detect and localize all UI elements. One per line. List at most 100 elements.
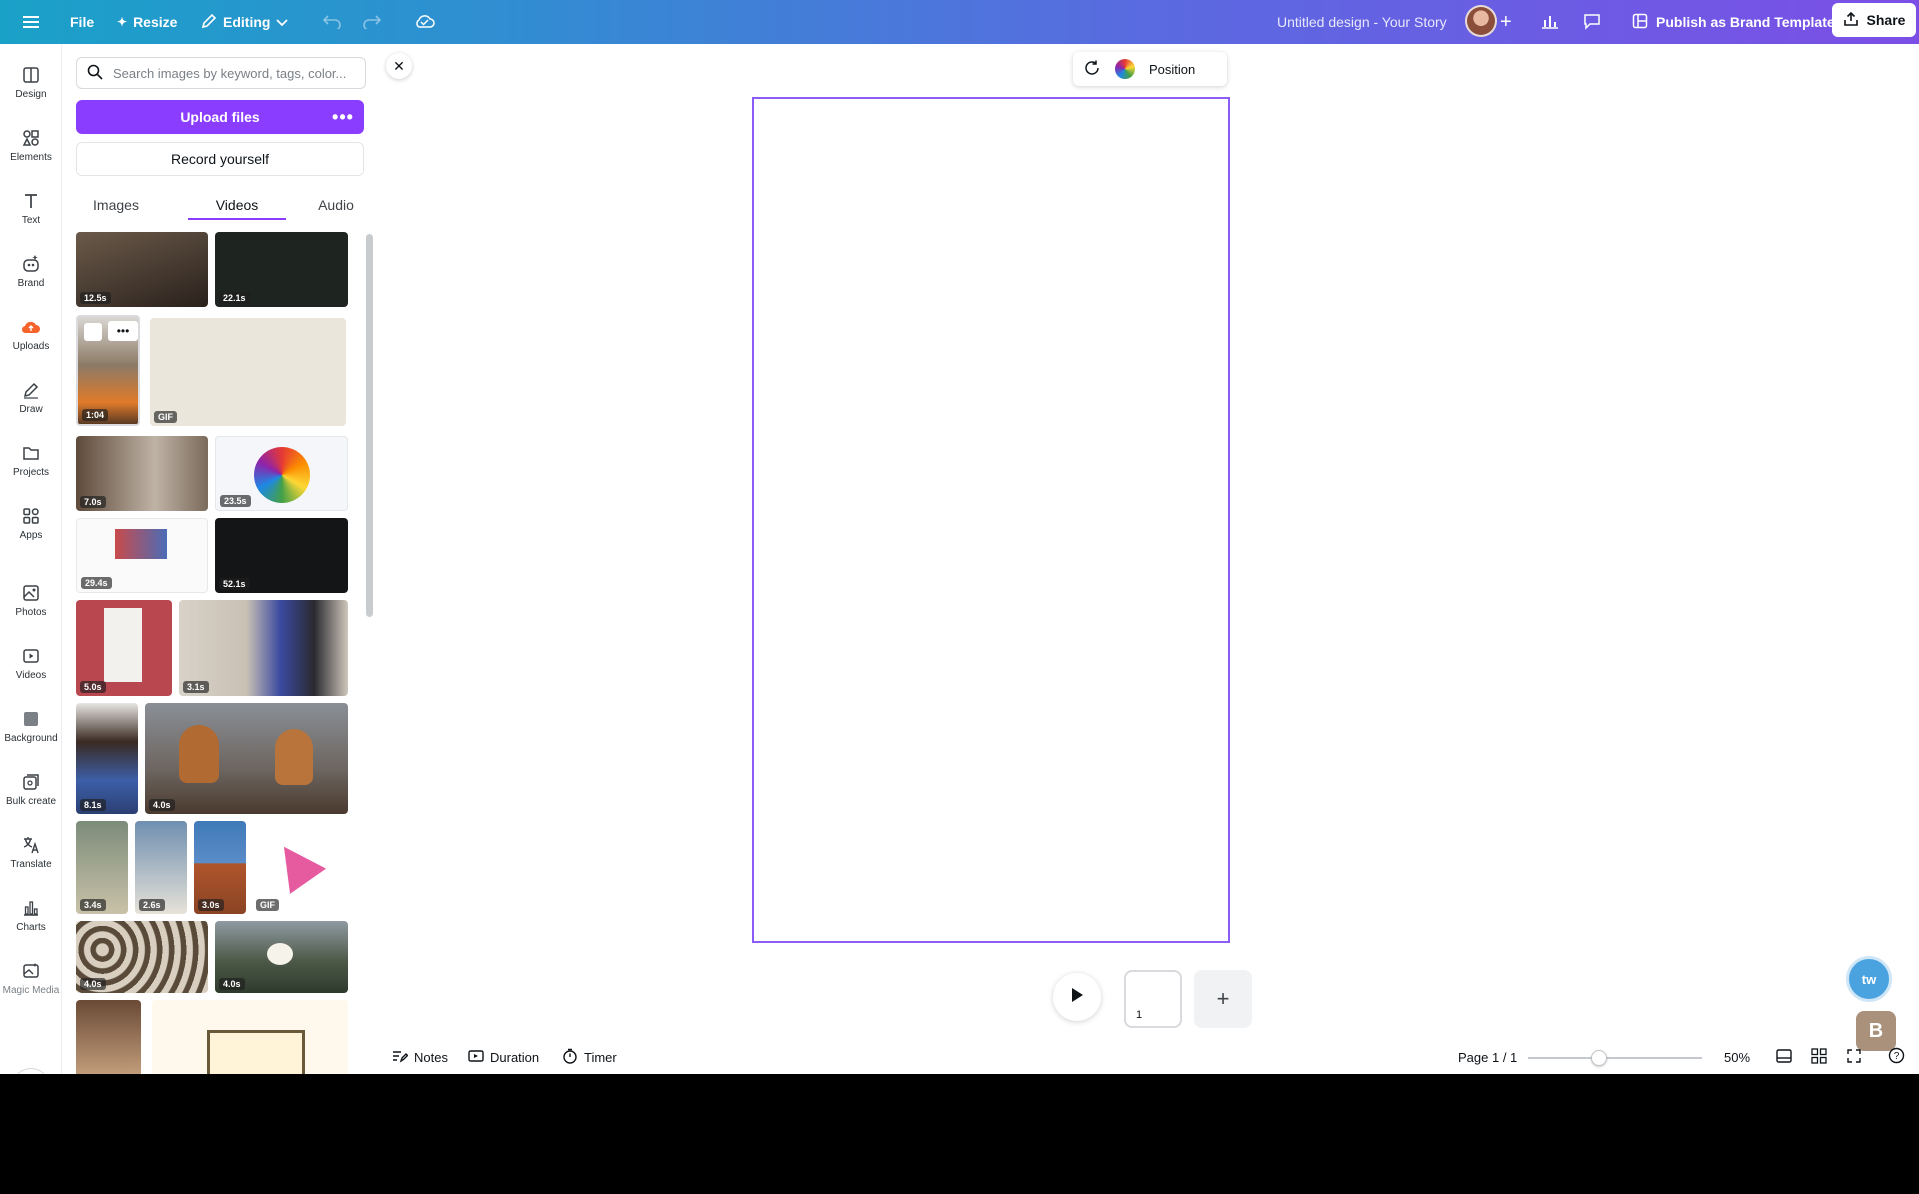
grid-view-button[interactable] xyxy=(1811,1040,1827,1074)
canva-editor: File ✦ Resize Editing Untitled design - … xyxy=(0,0,1919,1074)
page-thumbnail[interactable]: 1 xyxy=(1124,970,1182,1028)
editing-mode-button[interactable]: Editing xyxy=(201,0,289,44)
media-thumbnail[interactable]: 5.0s xyxy=(76,600,172,696)
rail-label: Magic Media xyxy=(2,984,60,996)
close-panel-button[interactable]: ✕ xyxy=(386,53,412,79)
gingerbread-image xyxy=(275,729,313,785)
plus-icon: + xyxy=(1216,986,1230,1011)
rail-item-photos[interactable]: Photos xyxy=(0,570,62,630)
upload-files-button[interactable]: Upload files ••• xyxy=(76,100,364,134)
media-thumbnail[interactable]: 52.1s xyxy=(215,518,348,593)
hamburger-menu-icon xyxy=(20,11,42,33)
elements-icon xyxy=(22,129,39,146)
rail-item-bulk-create[interactable]: Bulk create xyxy=(0,759,62,819)
design-page[interactable] xyxy=(752,97,1230,943)
media-thumbnail[interactable]: 23.5s xyxy=(215,436,348,511)
tab-videos[interactable]: Videos xyxy=(188,190,286,220)
duration-badge: GIF xyxy=(256,899,279,911)
duration-button[interactable]: Duration xyxy=(468,1040,539,1074)
rail-item-uploads[interactable]: Uploads xyxy=(0,304,62,364)
rail-label: Brand xyxy=(17,277,45,289)
media-thumbnail[interactable]: 12.5s xyxy=(76,232,208,307)
media-thumbnail[interactable]: 4.0s xyxy=(76,921,208,993)
duration-badge: 5.0s xyxy=(80,681,106,693)
media-thumbnail[interactable]: 4.0s xyxy=(145,703,348,814)
draw-icon xyxy=(23,382,39,399)
background-icon xyxy=(24,711,38,726)
projects-icon xyxy=(23,446,39,460)
fullscreen-button[interactable] xyxy=(1846,1040,1862,1074)
rail-item-background[interactable]: Background xyxy=(0,696,62,756)
undo-button[interactable] xyxy=(322,0,342,44)
add-page-button[interactable]: + xyxy=(1194,970,1252,1028)
record-yourself-button[interactable]: Record yourself xyxy=(76,142,364,176)
media-thumbnail[interactable]: 3.4s xyxy=(76,821,128,914)
select-checkbox[interactable] xyxy=(84,323,102,341)
cloud-save-button[interactable] xyxy=(413,0,435,44)
more-options-icon[interactable]: ••• xyxy=(328,100,358,134)
media-thumbnail[interactable]: 8.1s xyxy=(76,703,138,814)
media-thumbnail[interactable]: 3.0s xyxy=(194,821,246,914)
search-box[interactable] xyxy=(76,57,366,89)
add-collaborator-button[interactable]: + xyxy=(1500,0,1512,44)
avatar[interactable] xyxy=(1465,5,1497,37)
rail-item-videos[interactable]: Videos xyxy=(0,633,62,693)
media-thumbnail[interactable] xyxy=(152,1000,348,1074)
comments-button[interactable] xyxy=(1583,0,1601,44)
rail-item-projects[interactable]: Projects xyxy=(0,430,62,490)
media-thumbnail[interactable] xyxy=(76,1000,141,1074)
panel-scrollbar[interactable] xyxy=(366,234,373,617)
insights-button[interactable] xyxy=(1541,0,1559,44)
zoom-slider[interactable] xyxy=(1528,1057,1702,1059)
play-button[interactable] xyxy=(1053,973,1101,1021)
resize-button[interactable]: ✦ Resize xyxy=(117,0,177,44)
extension-badge[interactable]: tw xyxy=(1846,956,1892,1002)
redo-button[interactable] xyxy=(362,0,382,44)
close-icon: ✕ xyxy=(393,57,405,74)
media-thumbnail[interactable]: 22.1s xyxy=(215,232,348,307)
media-thumbnail[interactable]: GIF xyxy=(150,318,346,426)
rail-label: Design xyxy=(15,88,47,100)
refresh-comment-icon[interactable] xyxy=(1083,59,1101,80)
share-button[interactable]: Share xyxy=(1832,3,1916,37)
rail-item-magic-media[interactable]: Magic Media xyxy=(0,948,62,1008)
svg-text:?: ? xyxy=(1894,1051,1900,1062)
publish-brand-template-button[interactable]: Publish as Brand Template xyxy=(1624,4,1843,40)
notes-button[interactable]: Notes xyxy=(392,1040,448,1074)
zoom-level[interactable]: 50% xyxy=(1724,1040,1750,1074)
rail-item-translate[interactable]: Translate xyxy=(0,822,62,882)
tab-audio[interactable]: Audio xyxy=(306,190,366,220)
pages-view-button[interactable] xyxy=(1776,1040,1792,1074)
more-options-icon[interactable]: ••• xyxy=(108,321,138,341)
document-title[interactable]: Untitled design - Your Story xyxy=(1277,0,1447,44)
media-thumbnail[interactable]: 2.6s xyxy=(135,821,187,914)
color-picker-icon[interactable] xyxy=(1115,59,1135,79)
timer-button[interactable]: Timer xyxy=(562,1040,617,1074)
page-indicator[interactable]: Page 1 / 1 xyxy=(1458,1040,1517,1074)
search-input[interactable] xyxy=(113,65,355,81)
tab-images[interactable]: Images xyxy=(76,190,156,220)
apps-icon xyxy=(23,507,39,524)
rail-item-elements[interactable]: Elements xyxy=(0,115,62,175)
media-thumbnail[interactable]: GIF xyxy=(252,821,348,914)
zoom-slider-handle[interactable] xyxy=(1591,1050,1607,1066)
rail-item-apps[interactable]: Apps xyxy=(0,493,62,553)
position-button[interactable]: Position xyxy=(1149,62,1195,77)
media-thumbnail[interactable]: 7.0s xyxy=(76,436,208,511)
gingerbread-image xyxy=(179,725,219,783)
rail-item-draw[interactable]: Draw xyxy=(0,367,62,427)
file-menu-button[interactable]: File xyxy=(70,0,94,44)
rail-item-text[interactable]: Text xyxy=(0,178,62,238)
rail-item-brand[interactable]: Brand xyxy=(0,241,62,301)
rail-item-charts[interactable]: Charts xyxy=(0,885,62,945)
main-menu-button[interactable] xyxy=(20,0,42,44)
floating-toolbar: Position xyxy=(1073,52,1227,86)
media-thumbnail[interactable]: 3.1s xyxy=(179,600,348,696)
file-menu-label: File xyxy=(70,14,95,30)
media-thumbnail[interactable]: 29.4s xyxy=(76,518,208,593)
media-thumbnail[interactable]: 4.0s xyxy=(215,921,348,993)
rail-item-design[interactable]: Design xyxy=(0,52,62,112)
help-button[interactable]: ? xyxy=(1888,1040,1905,1074)
webpage-image xyxy=(115,529,167,559)
media-thumbnail[interactable]: ••• 1:04 xyxy=(76,315,140,426)
